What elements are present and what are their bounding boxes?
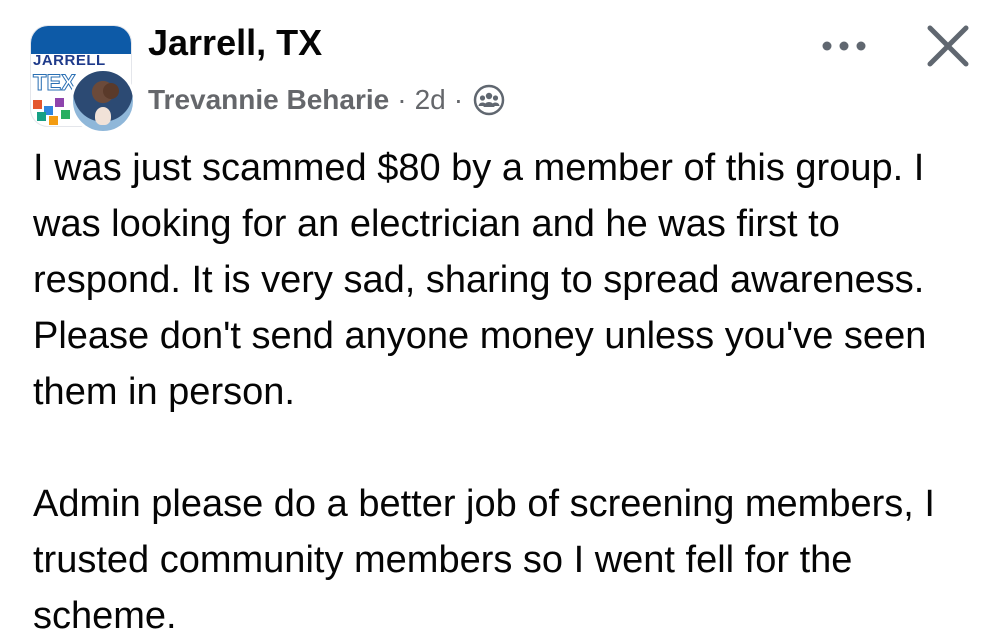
- avatar-person: [103, 83, 119, 99]
- group-avatar-logo-line1: JARRELL: [33, 52, 106, 69]
- post-paragraph-1: I was just scammed $80 by a member of th…: [33, 147, 927, 413]
- post-meta: Trevannie Beharie · 2d ·: [148, 80, 505, 120]
- more-options-button[interactable]: [818, 28, 870, 64]
- meta-separator: ·: [397, 84, 407, 115]
- group-members-icon[interactable]: [473, 84, 505, 116]
- post-paragraph-2: Admin please do a better job of screenin…: [33, 483, 935, 637]
- author-avatar[interactable]: [70, 68, 136, 134]
- more-options-icon: [822, 41, 866, 51]
- close-icon: [927, 25, 969, 67]
- post-header: JARRELL TEX Jarrell, TX Trevannie Behari…: [0, 0, 1000, 135]
- meta-separator: ·: [453, 84, 464, 115]
- group-name[interactable]: Jarrell, TX: [148, 22, 322, 64]
- post-body: I was just scammed $80 by a member of th…: [33, 140, 983, 640]
- group-avatar-banner: [31, 26, 131, 54]
- close-button[interactable]: [920, 18, 976, 74]
- author-name[interactable]: Trevannie Beharie: [148, 84, 389, 116]
- group-avatar-logo-line2: TEX: [33, 70, 77, 96]
- avatar-child: [95, 107, 111, 125]
- post-timestamp[interactable]: 2d: [415, 84, 446, 116]
